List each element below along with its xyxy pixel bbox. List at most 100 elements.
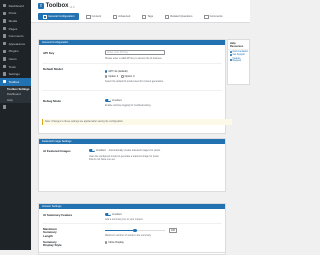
section-header: General Configuration (39, 40, 225, 45)
tab-label: Comments (210, 15, 223, 18)
toggle-state: Enabled (112, 213, 121, 216)
model-option-2[interactable]: Option 2 Option 3 (105, 75, 134, 78)
summary-toggle[interactable]: Enabled (105, 213, 122, 216)
sidebar-item-comments[interactable]: Comments (0, 32, 31, 40)
submenu-label: Dashboard (7, 92, 21, 96)
featured-toggle[interactable]: Enabled Automatically create featured ima… (89, 149, 161, 152)
sidebar-item-tools[interactable]: Tools (0, 63, 31, 71)
field-description: Enable verbose logging for troubleshooti… (105, 104, 151, 107)
tools-icon (3, 65, 6, 68)
tab-general[interactable]: General Configuration (38, 13, 79, 20)
plugins-icon (3, 50, 6, 53)
sidebar-item-settings[interactable]: Settings (0, 70, 31, 78)
pages-icon (3, 27, 6, 30)
api-key-input[interactable]: Enter your API key (105, 50, 165, 55)
plugin-header: T Toolbox v1.0 General Configuration Con… (31, 0, 250, 23)
tab-related[interactable]: Related Questions (160, 13, 197, 20)
answers-panel-cont: Summary Display Style Inline Display (38, 240, 226, 253)
comments-icon (3, 34, 6, 37)
tab-label: Related Questions (170, 15, 192, 18)
field-label: Default Model (43, 67, 63, 71)
help-link-label: Documentation (233, 51, 248, 53)
content-icon (86, 15, 90, 19)
option-label: Option 3 (125, 75, 135, 78)
sidebar-submenu: Toolbox Settings Dashboard Help (0, 86, 31, 104)
sidebar-item-label: Settings (9, 72, 20, 76)
collapse-menu[interactable] (0, 103, 31, 111)
field-description: Maximum number of words in the summary. (105, 234, 151, 237)
sidebar-item-label: Dashboard (9, 4, 24, 8)
featured-panel: Featured Image Settings AI Featured Imag… (38, 138, 226, 192)
plugin-version: v1.0 (69, 6, 74, 9)
option-label: Option 2 (108, 75, 118, 78)
sidebar-item-plugins[interactable]: Plugins (0, 48, 31, 56)
model-option-1[interactable]: GPT-4o (default) (105, 70, 128, 73)
general-panel: General Configuration API Key Enter your… (38, 39, 226, 134)
option-label: GPT-4o (default) (108, 70, 127, 73)
tab-comments[interactable]: Comments (199, 13, 227, 20)
support-icon (230, 54, 232, 56)
help-title: Help Resources (228, 40, 249, 50)
toggle-switch[interactable] (89, 149, 95, 152)
sidebar-item-label: Media (9, 19, 17, 23)
document-icon (230, 51, 232, 53)
toggle-description: Automatically create featured images for… (109, 149, 161, 152)
max-length-input[interactable]: 100 (169, 228, 177, 233)
toggle-state: Enabled (96, 149, 105, 152)
media-icon (3, 19, 6, 22)
sidebar-item-label: Pages (9, 27, 18, 31)
sidebar-item-label: Users (9, 57, 17, 61)
settings-icon (3, 72, 6, 75)
sidebar-item-appearance[interactable]: Appearance (0, 40, 31, 48)
plugin-title: Toolbox (46, 3, 69, 9)
debug-toggle[interactable]: Enabled (105, 99, 122, 102)
tab-content[interactable]: Content (81, 13, 106, 20)
sidebar-item-posts[interactable]: Posts (0, 10, 31, 18)
submenu-item-help[interactable]: Help (0, 97, 31, 102)
collapse-icon (3, 105, 6, 108)
toolbox-icon (3, 80, 6, 83)
sidebar-item-users[interactable]: Users (0, 55, 31, 63)
logo-mark-icon: T (38, 3, 44, 9)
users-icon (3, 57, 6, 60)
field-label: AI Summary Feature (43, 213, 72, 217)
tab-advanced[interactable]: Advanced (108, 13, 135, 20)
gear-icon (43, 15, 47, 19)
tab-tags[interactable]: Tags (137, 13, 158, 20)
sidebar-item-label: Posts (9, 11, 17, 15)
sidebar-item-toolbox[interactable]: Toolbox (0, 78, 31, 86)
radio-icon (105, 241, 107, 243)
section-header: Featured Image Settings (39, 139, 225, 144)
slider-handle[interactable] (133, 229, 137, 233)
sidebar-item-pages[interactable]: Pages (0, 25, 31, 33)
help-link-label: Feature Request (233, 58, 247, 62)
tag-icon (142, 15, 146, 19)
section-header: Answer Settings (39, 204, 225, 209)
field-label: Summary Display Style (43, 241, 65, 248)
advanced-icon (113, 15, 117, 19)
comment-icon (204, 15, 208, 19)
sidebar-item-dashboard[interactable]: Dashboard (0, 2, 31, 10)
max-length-slider[interactable] (105, 230, 165, 231)
help-resources: Help Resources Documentation Get Support… (227, 39, 250, 85)
admin-sidebar: Dashboard Posts Media Pages Comments App… (0, 0, 31, 250)
sidebar-item-label: Toolbox (9, 80, 20, 84)
related-icon (165, 15, 169, 19)
toggle-switch[interactable] (105, 213, 111, 216)
sidebar-item-label: Tools (9, 65, 16, 69)
option-label: Inline Display (108, 241, 123, 244)
dashboard-icon (3, 4, 6, 7)
toggle-switch[interactable] (105, 99, 111, 102)
field-label: Debug Mode (43, 99, 61, 103)
toggle-state: Enabled (112, 99, 121, 102)
field-description: Add a summary box to your content. (105, 218, 143, 221)
lightbulb-icon (230, 59, 232, 61)
help-link-feature[interactable]: Feature Request (228, 57, 249, 63)
field-description: Please enter a valid API key to access t… (105, 57, 162, 60)
submenu-label: Help (7, 98, 13, 102)
plugin-logo: T Toolbox v1.0 (38, 3, 74, 9)
tab-label: Content (92, 15, 101, 18)
sidebar-item-label: Appearance (9, 42, 26, 46)
sidebar-item-media[interactable]: Media (0, 17, 31, 25)
display-option[interactable]: Inline Display (105, 241, 124, 244)
